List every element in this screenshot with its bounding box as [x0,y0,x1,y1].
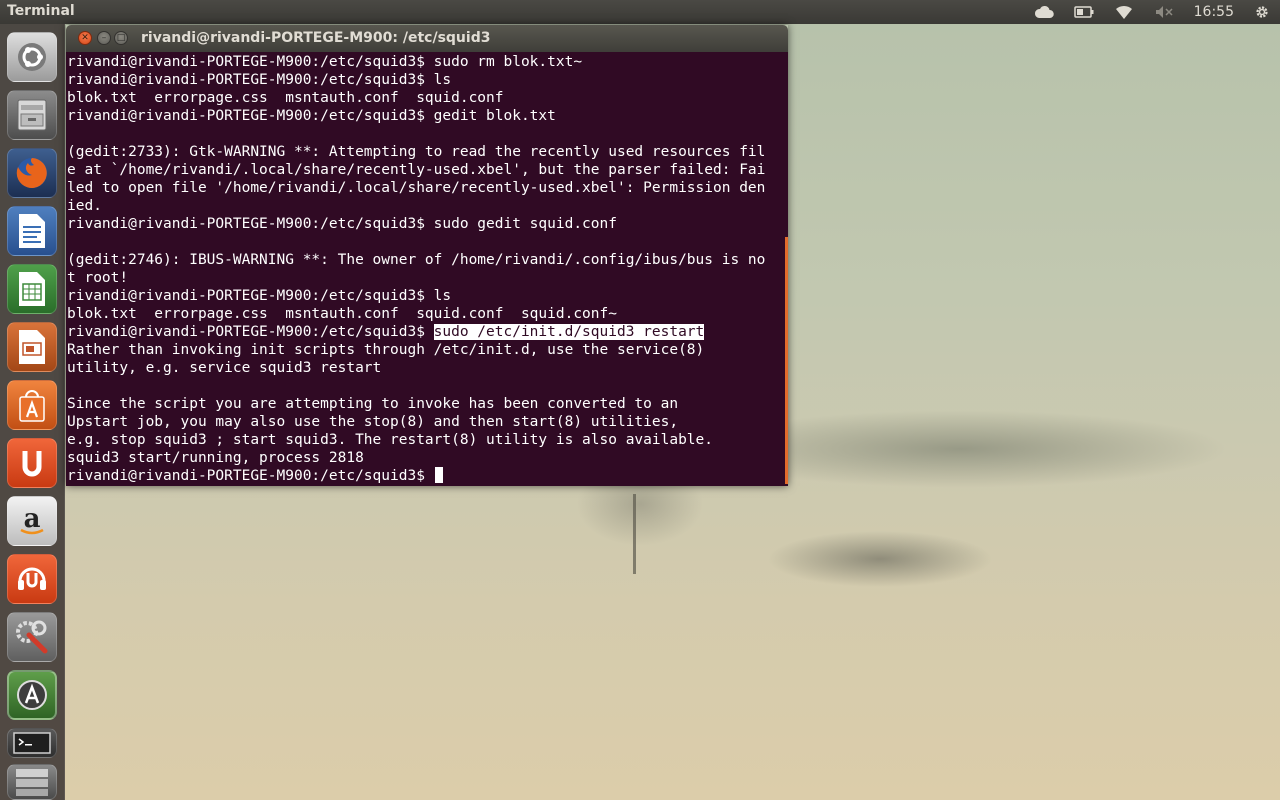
gear-icon[interactable] [1254,4,1270,20]
terminal-line: utility, e.g. service squid3 restart [67,360,382,376]
minimize-icon: – [101,32,107,43]
prompt: rivandi@rivandi-PORTEGE-M900:/etc/squid3… [67,324,434,340]
battery-icon[interactable] [1073,6,1094,18]
volume-muted-icon[interactable] [1154,5,1174,19]
terminal-line: rivandi@rivandi-PORTEGE-M900:/etc/squid3… [67,288,452,304]
launcher-item-ubuntu-one[interactable] [7,438,57,488]
launcher-item-ubuntu-one-music[interactable] [7,554,57,604]
terminal-output[interactable]: rivandi@rivandi-PORTEGE-M900:/etc/squid3… [66,52,788,486]
launcher-item-amazon[interactable]: a [7,496,57,546]
file-cabinet-icon [15,97,49,133]
launcher-item-terminal[interactable] [7,728,57,758]
svg-text:a: a [24,504,41,534]
launcher-item-workspace-switcher[interactable] [7,764,57,800]
terminal-line: rivandi@rivandi-PORTEGE-M900:/etc/squid3… [67,216,617,232]
terminal-line: Since the script you are attempting to i… [67,396,679,412]
close-icon: ✕ [81,32,89,43]
launcher-item-libreoffice-writer[interactable] [7,206,57,256]
writer-icon [16,212,48,250]
wifi-icon[interactable] [1114,4,1134,20]
launcher-item-ubuntu-dash[interactable] [7,32,57,82]
launcher: a [0,24,65,800]
active-app-title: Terminal [7,3,75,19]
text-cursor [434,467,443,483]
prompt: rivandi@rivandi-PORTEGE-M900:/etc/squid3… [67,468,434,484]
update-icon [13,676,51,714]
selected-command[interactable]: sudo /etc/init.d/squid3 restart [433,324,705,340]
music-icon [14,561,50,597]
launcher-item-libreoffice-calc[interactable] [7,264,57,314]
calc-icon [16,270,48,308]
terminal-line: t root! [67,270,129,286]
maximize-button[interactable]: □ [114,31,128,45]
launcher-item-libreoffice-impress[interactable] [7,322,57,372]
launcher-item-system-settings[interactable] [7,612,57,662]
shopping-bag-icon [15,387,49,423]
cloud-icon[interactable] [1034,5,1054,19]
launcher-item-files[interactable] [7,90,57,140]
ubuntu-one-icon [15,445,49,481]
terminal-line: (gedit:2733): Gtk-WARNING **: Attempting… [67,144,766,160]
amazon-icon: a [15,503,49,539]
terminal-line: rivandi@rivandi-PORTEGE-M900:/etc/squid3… [67,54,583,70]
maximize-icon: □ [116,32,126,43]
ubuntu-logo-icon [14,39,50,75]
impress-icon [16,328,48,366]
terminal-line: Upstart job, you may also use the stop(8… [67,414,679,430]
terminal-line: ied. [67,198,102,214]
terminal-line: blok.txt errorpage.css msntauth.conf squ… [67,90,504,106]
terminal-line: squid3 start/running, process 2818 [67,450,364,466]
terminal-line-highlighted: rivandi@rivandi-PORTEGE-M900:/etc/squid3… [67,323,705,341]
terminal-line: led to open file '/home/rivandi/.local/s… [67,180,766,196]
system-tray: 16:55 [1024,0,1280,24]
terminal-titlebar[interactable]: ✕ – □ rivandi@rivandi-PORTEGE-M900: /etc… [66,25,788,52]
terminal-line: (gedit:2746): IBUS-WARNING **: The owner… [67,252,766,268]
clock[interactable]: 16:55 [1194,4,1234,20]
close-button[interactable]: ✕ [78,31,92,45]
window-title: rivandi@rivandi-PORTEGE-M900: /etc/squid… [141,30,491,46]
launcher-item-firefox[interactable] [7,148,57,198]
launcher-item-software-updater[interactable] [7,670,57,720]
top-panel: Terminal 16:55 [0,0,1280,24]
terminal-line: blok.txt errorpage.css msntauth.conf squ… [67,306,617,322]
terminal-line: Rather than invoking init scripts throug… [67,342,705,358]
terminal-line: rivandi@rivandi-PORTEGE-M900:/etc/squid3… [67,108,556,124]
wallpaper-tree [633,494,636,574]
wrench-icon [13,618,51,656]
minimize-button[interactable]: – [97,31,111,45]
launcher-item-software-center[interactable] [7,380,57,430]
terminal-prompt-line[interactable]: rivandi@rivandi-PORTEGE-M900:/etc/squid3… [67,467,443,485]
stack-icon [12,767,52,797]
terminal-line: e at `/home/rivandi/.local/share/recentl… [67,162,766,178]
firefox-icon [12,153,52,193]
terminal-line: rivandi@rivandi-PORTEGE-M900:/etc/squid3… [67,72,452,88]
terminal-icon [12,731,52,755]
terminal-scrollbar[interactable] [785,237,788,484]
terminal-window[interactable]: ✕ – □ rivandi@rivandi-PORTEGE-M900: /etc… [66,25,788,486]
terminal-line: e.g. stop squid3 ; start squid3. The res… [67,432,714,448]
